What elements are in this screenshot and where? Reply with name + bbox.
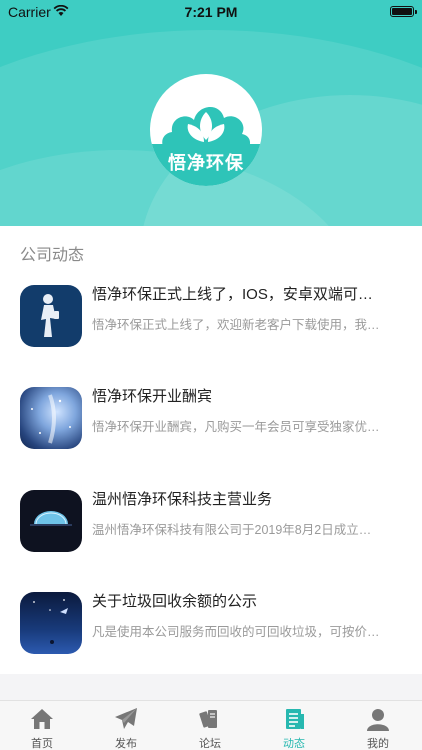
tab-label: 动态 [283,738,305,750]
news-item[interactable]: 关于垃圾回收余额的公示 凡是使用本公司服务而回收的可回收垃圾，可按价… [0,592,422,672]
news-item[interactable]: 温州悟净环保科技主营业务 温州悟净环保科技有限公司于2019年8月2日成立… [0,490,422,570]
paper-plane-icon [115,708,137,729]
tab-profile[interactable]: 我的 [336,701,420,750]
tab-forum[interactable]: 论坛 [168,701,252,750]
news-description: 悟净环保正式上线了，欢迎新老客户下载使用，我… [92,318,380,332]
app-logo: 悟净环保 [150,74,262,186]
news-item[interactable]: 悟净环保正式上线了，IOS，安卓双端可用… 悟净环保正式上线了，欢迎新老客户下载… [0,285,422,365]
tab-label: 发布 [115,738,137,750]
status-bar: Carrier 7:21 PM [0,0,422,24]
clock: 7:21 PM [184,4,238,20]
news-title: 温州悟净环保科技主营业务 [92,491,273,508]
news-thumbnail [20,592,82,654]
section-title: 公司动态 [20,247,85,264]
news-icon [286,709,304,729]
news-section: 公司动态 悟净环保正式上线了，IOS，安卓双端可用… 悟净环保正式上线了，欢迎新… [0,226,422,674]
battery-icon [390,6,417,17]
news-description: 凡是使用本公司服务而回收的可回收垃圾，可按价… [92,625,380,639]
books-icon [199,710,217,728]
header-banner: Carrier 7:21 PM 悟净环保 [0,0,422,226]
tab-label: 论坛 [199,738,221,750]
news-title: 关于垃圾回收余额的公示 [92,593,258,610]
news-title: 悟净环保正式上线了，IOS，安卓双端可用… [92,286,382,303]
news-item[interactable]: 悟净环保开业酬宾 悟净环保开业酬宾，凡购买一年会员可享受独家优… [0,387,422,467]
tab-home[interactable]: 首页 [0,701,84,750]
tab-bar: 首页 发布 论坛 动态 我的 [0,700,422,750]
news-description: 悟净环保开业酬宾，凡购买一年会员可享受独家优… [92,420,380,434]
news-thumbnail [20,387,82,449]
news-thumbnail [20,285,82,347]
home-icon [31,709,53,729]
logo-text: 悟净环保 [168,153,244,173]
news-thumbnail [20,490,82,552]
tab-label: 我的 [367,738,389,750]
news-title: 悟净环保开业酬宾 [92,388,213,405]
person-icon [367,709,389,731]
tab-label: 首页 [31,738,53,750]
tab-publish[interactable]: 发布 [84,701,168,750]
tab-news[interactable]: 动态 [252,701,336,750]
news-description: 温州悟净环保科技有限公司于2019年8月2日成立… [92,523,372,537]
